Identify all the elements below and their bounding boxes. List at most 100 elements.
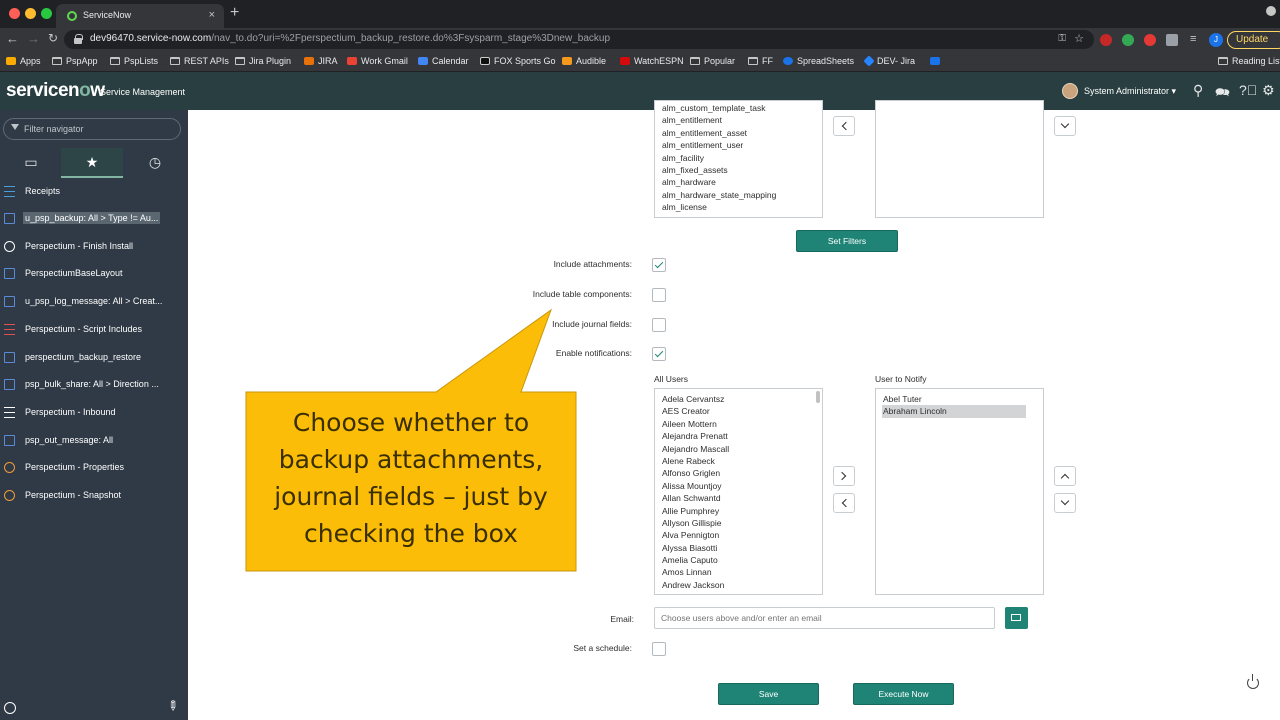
move-left-users-button[interactable] xyxy=(833,493,855,513)
sidebar-item-script-includes[interactable]: Perspectium - Script Includes xyxy=(0,319,188,341)
servicenow-logo[interactable]: servicenow xyxy=(6,80,105,102)
sidebar-item-receipts[interactable]: Receipts xyxy=(0,181,188,203)
sidebar-item-backup-restore[interactable]: perspectium_backup_restore xyxy=(0,347,188,369)
address-bar[interactable]: dev96470.service-now.com/nav_to.do?uri=%… xyxy=(64,30,1094,49)
list-option[interactable]: alm_hardware xyxy=(655,176,822,188)
move-down-notify-button[interactable] xyxy=(1054,493,1076,513)
sidebar-item-inbound[interactable]: Perspectium - Inbound xyxy=(0,402,188,424)
enable-notifications-checkbox[interactable] xyxy=(652,347,666,361)
bookmark-work-gmail[interactable]: Work Gmail xyxy=(347,56,408,66)
bookmark-star-icon[interactable]: ☆ xyxy=(1074,32,1084,45)
red-extension-icon[interactable] xyxy=(1144,34,1156,46)
save-button[interactable]: Save xyxy=(718,683,819,705)
list-option[interactable]: Abraham Lincoln xyxy=(882,405,1026,418)
bookmark-dev-jira[interactable]: DEV- Jira xyxy=(863,55,915,67)
list-option[interactable]: alm_facility xyxy=(655,152,822,164)
move-right-users-button[interactable] xyxy=(833,466,855,486)
list-option[interactable]: Allyson Gillispie xyxy=(655,517,822,529)
update-button[interactable]: Update xyxy=(1227,31,1280,49)
list-option[interactable]: Aileen Mottern xyxy=(655,418,822,430)
bookmark-spreadsheets[interactable]: SpreadSheets xyxy=(783,56,854,66)
chrome-account-icon[interactable] xyxy=(1266,6,1276,16)
list-option[interactable]: Amelia Caputo xyxy=(655,554,822,566)
list-option[interactable]: Allan Schwantd xyxy=(655,492,822,504)
forward-arrow-icon[interactable]: → xyxy=(27,31,40,46)
browser-tab[interactable]: ServiceNow × xyxy=(56,4,224,28)
list-option[interactable]: alm_entitlement xyxy=(655,114,822,126)
list-option[interactable]: alm_fixed_assets xyxy=(655,164,822,176)
list-option[interactable]: Alejandra Prenatt xyxy=(655,430,822,442)
set-filters-button[interactable]: Set Filters xyxy=(796,230,898,252)
reload-icon[interactable]: ↻ xyxy=(48,31,58,45)
execute-now-button[interactable]: Execute Now xyxy=(853,683,954,705)
list-option[interactable]: Alfonso Griglen xyxy=(655,467,822,479)
tab-all-applications[interactable]: ▭ xyxy=(0,148,62,178)
list-option[interactable]: Abel Tuter xyxy=(876,393,1043,405)
bookmark-ff[interactable]: FF xyxy=(748,56,773,66)
bookmark-apps[interactable]: Apps xyxy=(6,56,41,66)
tab-favorites[interactable]: ★ xyxy=(61,148,123,178)
key-icon[interactable]: ⚿ xyxy=(1058,33,1066,44)
gear-icon[interactable]: ⚙ xyxy=(1262,82,1275,99)
sidebar-item-base-layout[interactable]: PerspectiumBaseLayout xyxy=(0,263,188,285)
users-to-notify-list[interactable]: Abel Tuter Abraham Lincoln xyxy=(875,388,1044,595)
bookmark-watchespn[interactable]: WatchESPN xyxy=(620,56,684,66)
list-option[interactable]: Amos Linnan xyxy=(655,566,822,578)
search-icon[interactable]: ⚲ xyxy=(1193,82,1203,99)
email-input[interactable] xyxy=(654,607,995,629)
reading-mode-icon[interactable]: ≡ xyxy=(1190,33,1196,45)
list-option[interactable]: alm_entitlement_asset xyxy=(655,127,822,139)
window-zoom-button[interactable] xyxy=(41,8,52,19)
users-list-scrollbar[interactable] xyxy=(816,391,820,403)
filter-navigator-input[interactable]: Filter navigator xyxy=(3,118,181,140)
email-lookup-button[interactable] xyxy=(1005,607,1028,629)
list-option[interactable]: alm_hardware_state_mapping xyxy=(655,189,822,201)
all-users-list[interactable]: Adela Cervantsz AES Creator Aileen Mottern… xyxy=(654,388,823,595)
list-option[interactable]: AES Creator xyxy=(655,405,822,417)
include-journal-fields-checkbox[interactable] xyxy=(652,318,666,332)
sidebar-item-properties[interactable]: Perspectium - Properties xyxy=(0,457,188,479)
tab-history[interactable]: ◷ xyxy=(124,148,186,178)
set-schedule-checkbox[interactable] xyxy=(652,642,666,656)
list-option[interactable]: alm_entitlement_user xyxy=(655,139,822,151)
back-arrow-icon[interactable]: ← xyxy=(6,31,19,46)
address-url[interactable]: dev96470.service-now.com/nav_to.do?uri=%… xyxy=(90,33,610,44)
list-option[interactable]: Alejandro Mascall xyxy=(655,443,822,455)
bookmark-checkbox[interactable] xyxy=(930,56,944,66)
reading-list[interactable]: Reading List xyxy=(1218,56,1280,66)
include-table-components-checkbox[interactable] xyxy=(652,288,666,302)
chat-icon[interactable]: 🗪 xyxy=(1215,83,1230,104)
list-option[interactable]: Allie Pumphrey xyxy=(655,505,822,517)
list-option[interactable]: Andrew Jackson xyxy=(655,579,822,591)
tab-close-icon[interactable]: × xyxy=(209,9,215,21)
bookmark-psplists[interactable]: PspLists xyxy=(110,56,158,66)
available-tables-list[interactable]: alm_custom_template_task alm_entitlement a… xyxy=(654,100,823,218)
user-avatar[interactable] xyxy=(1062,83,1078,99)
window-close-button[interactable] xyxy=(9,8,20,19)
move-down-tables-button[interactable] xyxy=(1054,116,1076,136)
sidebar-item-snapshot[interactable]: Perspectium - Snapshot xyxy=(0,485,188,507)
ublock-extension-icon[interactable] xyxy=(1100,34,1112,46)
list-option[interactable]: Alva Pennigton xyxy=(655,529,822,541)
bookmark-audible[interactable]: Audible xyxy=(562,56,606,66)
list-option[interactable]: Adela Cervantsz xyxy=(655,393,822,405)
bookmark-pspapp[interactable]: PspApp xyxy=(52,56,98,66)
list-option[interactable]: Alyssa Biasotti xyxy=(655,542,822,554)
puzzle-extension-icon[interactable] xyxy=(1166,34,1178,46)
green-extension-icon[interactable] xyxy=(1122,34,1134,46)
move-left-tables-button[interactable] xyxy=(833,116,855,136)
bookmark-jira-plugin[interactable]: Jira Plugin xyxy=(235,56,291,66)
sidebar-item-psp-backup[interactable]: u_psp_backup: All > Type != Au... xyxy=(0,208,188,230)
user-menu[interactable]: System Administrator ▾ xyxy=(1084,86,1176,97)
list-option[interactable]: Alene Rabeck xyxy=(655,455,822,467)
bookmark-popular[interactable]: Popular xyxy=(690,56,735,66)
list-option[interactable]: Alissa Mountjoy xyxy=(655,480,822,492)
profile-avatar[interactable]: J xyxy=(1209,33,1223,47)
bookmark-rest-apis[interactable]: REST APIs xyxy=(170,56,229,66)
list-option[interactable]: alm_custom_template_task xyxy=(655,102,822,114)
power-icon[interactable] xyxy=(1247,674,1259,689)
new-tab-icon[interactable]: + xyxy=(230,4,239,22)
list-option[interactable]: alm_license xyxy=(655,201,822,213)
bookmark-fox-sports[interactable]: FOX Sports Go xyxy=(480,56,556,66)
sidebar-item-log-message[interactable]: u_psp_log_message: All > Creat... xyxy=(0,291,188,313)
